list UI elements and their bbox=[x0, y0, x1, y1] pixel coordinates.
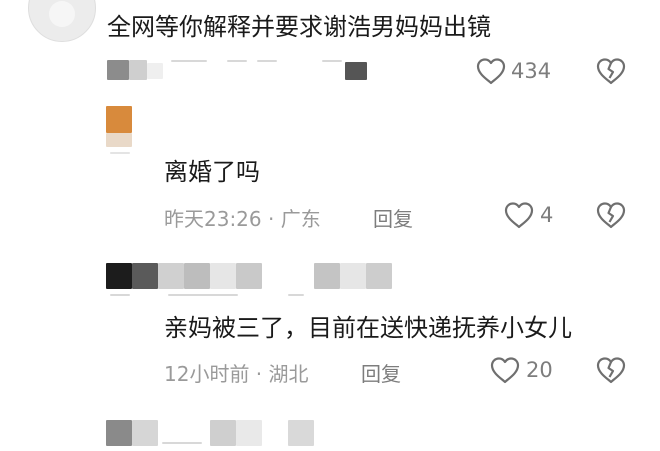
commenter-avatar[interactable] bbox=[28, 0, 96, 42]
heart-outline-icon[interactable] bbox=[476, 57, 506, 85]
broken-heart-icon[interactable] bbox=[596, 57, 626, 85]
blurred-meta-row bbox=[107, 57, 387, 81]
like-count: 20 bbox=[526, 358, 553, 382]
blurred-username bbox=[110, 152, 130, 154]
comment-text: 亲妈被三了，目前在送快递抚养小女儿 bbox=[164, 314, 572, 342]
heart-outline-icon[interactable] bbox=[490, 356, 520, 384]
reply-button[interactable]: 回复 bbox=[373, 203, 413, 232]
comment-meta: 昨天23:26 · 广东 bbox=[164, 207, 321, 231]
comment-text: 全网等你解释并要求谢浩男妈妈出镜 bbox=[107, 13, 491, 41]
avatar-blur bbox=[106, 133, 132, 147]
blurred-username-row bbox=[106, 420, 326, 451]
comment-meta: 12小时前 · 湖北 bbox=[164, 362, 309, 386]
broken-heart-icon[interactable] bbox=[596, 356, 626, 384]
comment-text: 离婚了吗 bbox=[164, 158, 260, 186]
broken-heart-icon[interactable] bbox=[596, 201, 626, 229]
like-count: 4 bbox=[540, 203, 554, 227]
blurred-username-row bbox=[106, 263, 396, 299]
heart-outline-icon[interactable] bbox=[504, 201, 534, 229]
like-count: 434 bbox=[511, 59, 552, 83]
commenter-avatar[interactable] bbox=[106, 106, 132, 133]
reply-button[interactable]: 回复 bbox=[361, 358, 401, 387]
